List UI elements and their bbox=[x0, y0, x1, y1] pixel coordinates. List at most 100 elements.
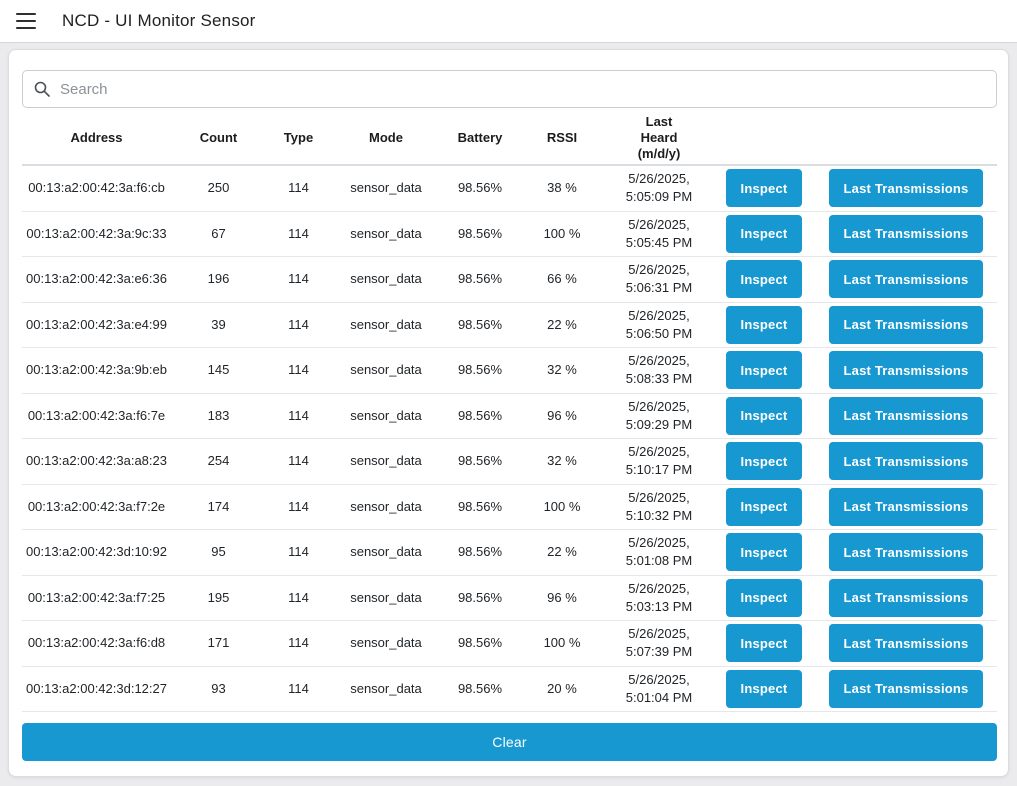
inspect-button[interactable]: Inspect bbox=[726, 578, 802, 617]
table-row: 00:13:a2:00:42:3a:f6:cb 250 114 sensor_d… bbox=[22, 166, 997, 212]
header-type: Type bbox=[283, 130, 314, 145]
inspect-button[interactable]: Inspect bbox=[726, 669, 802, 708]
last-transmissions-button[interactable]: Last Transmissions bbox=[829, 169, 983, 208]
cell-type: 114 bbox=[288, 271, 309, 287]
inspect-button[interactable]: Inspect bbox=[726, 305, 802, 344]
cell-type: 114 bbox=[288, 635, 309, 651]
cell-count: 95 bbox=[211, 544, 226, 560]
cell-last-heard: 5/26/2025, 5:08:33 PM bbox=[625, 353, 693, 387]
cell-count: 183 bbox=[207, 407, 230, 423]
cell-last-transmissions-action: Last Transmissions bbox=[815, 260, 997, 299]
last-transmissions-button[interactable]: Last Transmissions bbox=[829, 305, 983, 344]
cell-address: 00:13:a2:00:42:3a:f6:7e bbox=[27, 407, 166, 423]
table-row: 00:13:a2:00:42:3a:e6:36 196 114 sensor_d… bbox=[22, 257, 997, 303]
cell-rssi: 100 % bbox=[543, 635, 581, 651]
cell-inspect-action: Inspect bbox=[713, 624, 815, 663]
cell-last-heard: 5/26/2025, 5:10:17 PM bbox=[625, 444, 693, 478]
cell-count: 145 bbox=[207, 362, 230, 378]
inspect-button[interactable]: Inspect bbox=[726, 260, 802, 299]
cell-last-transmissions-action: Last Transmissions bbox=[815, 169, 997, 208]
cell-address: 00:13:a2:00:42:3d:12:27 bbox=[26, 680, 167, 696]
cell-type: 114 bbox=[288, 680, 309, 696]
cell-inspect-action: Inspect bbox=[713, 351, 815, 390]
table-header-row: Address Count Type Mode Battery RSSI Las… bbox=[22, 112, 997, 166]
last-transmissions-button[interactable]: Last Transmissions bbox=[829, 351, 983, 390]
cell-rssi: 96 % bbox=[547, 589, 577, 605]
last-transmissions-button[interactable]: Last Transmissions bbox=[829, 487, 983, 526]
inspect-button[interactable]: Inspect bbox=[726, 442, 802, 481]
cell-last-heard: 5/26/2025, 5:06:50 PM bbox=[625, 307, 693, 341]
cell-last-heard: 5/26/2025, 5:03:13 PM bbox=[625, 580, 693, 614]
cell-type: 114 bbox=[288, 498, 309, 514]
cell-last-transmissions-action: Last Transmissions bbox=[815, 624, 997, 663]
table-row: 00:13:a2:00:42:3a:9c:33 67 114 sensor_da… bbox=[22, 212, 997, 257]
cell-mode: sensor_data bbox=[350, 407, 422, 423]
cell-battery: 98.56% bbox=[457, 180, 503, 196]
cell-inspect-action: Inspect bbox=[713, 578, 815, 617]
table-row: 00:13:a2:00:42:3a:f7:25 195 114 sensor_d… bbox=[22, 576, 997, 621]
search-input[interactable] bbox=[22, 70, 997, 108]
table-row: 00:13:a2:00:42:3d:10:92 95 114 sensor_da… bbox=[22, 530, 997, 576]
cell-mode: sensor_data bbox=[350, 362, 422, 378]
table-row: 00:13:a2:00:42:3a:a8:23 254 114 sensor_d… bbox=[22, 439, 997, 485]
cell-inspect-action: Inspect bbox=[713, 305, 815, 344]
cell-last-heard: 5/26/2025, 5:07:39 PM bbox=[625, 626, 693, 660]
cell-rssi: 22 % bbox=[547, 316, 577, 332]
last-transmissions-button[interactable]: Last Transmissions bbox=[829, 442, 983, 481]
table-row: 00:13:a2:00:42:3a:9b:eb 145 114 sensor_d… bbox=[22, 348, 997, 394]
cell-count: 171 bbox=[207, 635, 230, 651]
cell-mode: sensor_data bbox=[350, 453, 422, 469]
cell-type: 114 bbox=[288, 362, 309, 378]
hamburger-menu-icon[interactable] bbox=[16, 13, 36, 29]
inspect-button[interactable]: Inspect bbox=[726, 396, 802, 435]
search-bar bbox=[22, 70, 997, 108]
inspect-button[interactable]: Inspect bbox=[726, 351, 802, 390]
cell-last-transmissions-action: Last Transmissions bbox=[815, 305, 997, 344]
inspect-button[interactable]: Inspect bbox=[726, 169, 802, 208]
cell-rssi: 20 % bbox=[547, 680, 577, 696]
cell-type: 114 bbox=[288, 316, 309, 332]
cell-type: 114 bbox=[288, 180, 309, 196]
inspect-button[interactable]: Inspect bbox=[726, 533, 802, 572]
cell-last-heard: 5/26/2025, 5:09:29 PM bbox=[625, 398, 693, 432]
cell-battery: 98.56% bbox=[457, 680, 503, 696]
cell-count: 67 bbox=[211, 225, 226, 241]
cell-type: 114 bbox=[288, 589, 309, 605]
inspect-button[interactable]: Inspect bbox=[726, 487, 802, 526]
header-address: Address bbox=[70, 130, 123, 145]
cell-last-heard: 5/26/2025, 5:06:31 PM bbox=[625, 262, 693, 296]
cell-battery: 98.56% bbox=[457, 362, 503, 378]
cell-mode: sensor_data bbox=[350, 544, 422, 560]
cell-battery: 98.56% bbox=[457, 225, 503, 241]
last-transmissions-button[interactable]: Last Transmissions bbox=[829, 396, 983, 435]
cell-address: 00:13:a2:00:42:3a:a8:23 bbox=[26, 453, 167, 469]
table-row: 00:13:a2:00:42:3a:f6:7e 183 114 sensor_d… bbox=[22, 394, 997, 439]
table-row: 00:13:a2:00:42:3a:f7:2e 174 114 sensor_d… bbox=[22, 485, 997, 530]
cell-address: 00:13:a2:00:42:3a:e4:99 bbox=[26, 316, 167, 332]
last-transmissions-button[interactable]: Last Transmissions bbox=[829, 260, 983, 299]
cell-count: 250 bbox=[207, 180, 230, 196]
cell-address: 00:13:a2:00:42:3a:f6:cb bbox=[28, 180, 165, 196]
last-transmissions-button[interactable]: Last Transmissions bbox=[829, 533, 983, 572]
cell-address: 00:13:a2:00:42:3a:f7:25 bbox=[27, 589, 166, 605]
cell-address: 00:13:a2:00:42:3a:9c:33 bbox=[26, 225, 167, 241]
clear-button[interactable]: Clear bbox=[22, 723, 997, 761]
cell-inspect-action: Inspect bbox=[713, 442, 815, 481]
inspect-button[interactable]: Inspect bbox=[726, 214, 802, 253]
cell-rssi: 96 % bbox=[547, 407, 577, 423]
last-transmissions-button[interactable]: Last Transmissions bbox=[829, 669, 983, 708]
cell-battery: 98.56% bbox=[457, 544, 503, 560]
cell-last-transmissions-action: Last Transmissions bbox=[815, 442, 997, 481]
cell-last-heard: 5/26/2025, 5:01:04 PM bbox=[625, 671, 693, 705]
inspect-button[interactable]: Inspect bbox=[726, 624, 802, 663]
last-transmissions-button[interactable]: Last Transmissions bbox=[829, 624, 983, 663]
sensor-table: Address Count Type Mode Battery RSSI Las… bbox=[22, 112, 997, 712]
header-mode: Mode bbox=[369, 130, 403, 145]
cell-last-heard: 5/26/2025, 5:01:08 PM bbox=[625, 535, 693, 569]
cell-last-heard: 5/26/2025, 5:05:45 PM bbox=[625, 216, 693, 250]
last-transmissions-button[interactable]: Last Transmissions bbox=[829, 578, 983, 617]
cell-inspect-action: Inspect bbox=[713, 487, 815, 526]
last-transmissions-button[interactable]: Last Transmissions bbox=[829, 214, 983, 253]
cell-mode: sensor_data bbox=[350, 680, 422, 696]
cell-last-transmissions-action: Last Transmissions bbox=[815, 396, 997, 435]
